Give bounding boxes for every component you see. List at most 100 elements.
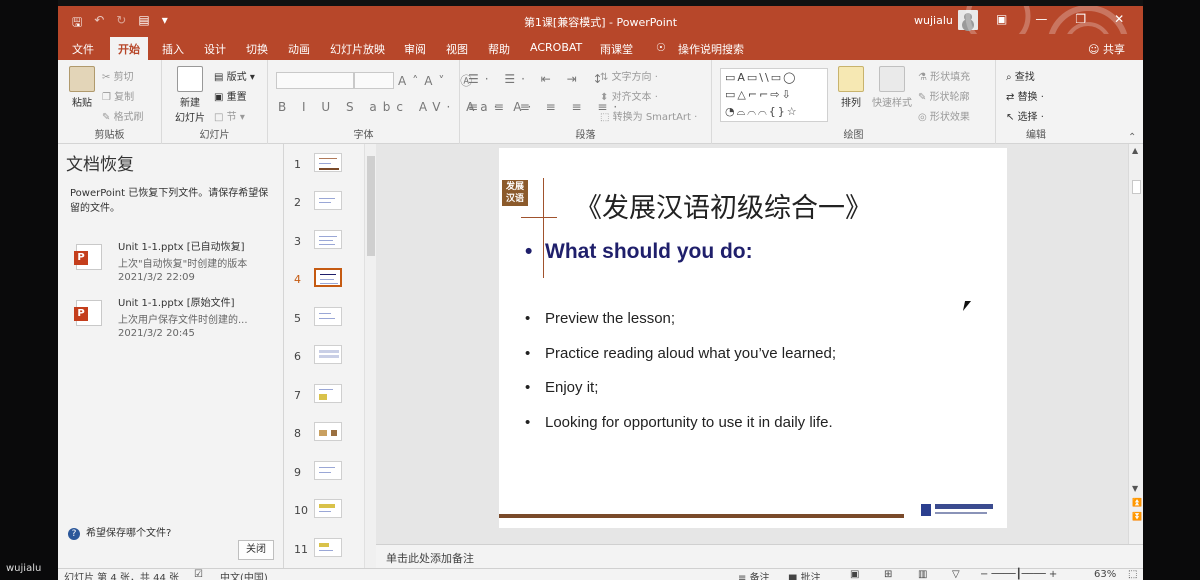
font-group: A˄A˅ Ⓐ B I U S abc AV· Aa· A· 字体 (268, 60, 531, 144)
arrange-button[interactable]: 排列 (836, 66, 866, 109)
thumbnail-scroll-thumb[interactable] (367, 156, 375, 256)
close-recovery-button[interactable]: 关闭 (238, 540, 274, 560)
convert-smartart-button[interactable]: ⬚ 转换为 SmartArt · (600, 108, 697, 123)
university-logo (921, 504, 995, 518)
tab-acrobat[interactable]: ACROBAT (530, 41, 582, 54)
arrange-icon (838, 66, 864, 92)
reading-view-icon[interactable]: ▥ (918, 569, 927, 580)
spelling-check-icon[interactable]: ☑ (194, 569, 203, 580)
drawing-group: ▭A▭\\▭◯ ▭△⌐⌐⇨⇩ ◔⌓⌒⌒{}☆ 排列 快速样式 ⚗ 形状填充 ✎ 形状… (712, 60, 996, 144)
slides-group: 新建 幻灯片 ▤ 版式 ▾ ▣ 重置 □ 节 ▾ 幻灯片 (162, 60, 268, 144)
paste-button[interactable]: 粘贴 (68, 66, 96, 109)
reset-button[interactable]: ▣ 重置 (214, 88, 247, 103)
shape-outline-button[interactable]: ✎ 形状轮廓 (918, 88, 970, 103)
slide-thumbnail[interactable]: 1 (284, 150, 364, 184)
tab-design[interactable]: 设计 (204, 41, 226, 57)
section-button[interactable]: □ 节 ▾ (214, 108, 245, 123)
layout-button[interactable]: ▤ 版式 ▾ (214, 68, 255, 83)
slideshow-icon[interactable]: ▽ (952, 569, 960, 580)
powerpoint-window: 🖫 ↶ ↻ ▤ ▾ 第1课[兼容模式] - PowerPoint wujialu… (58, 6, 1143, 580)
screen: wujialu 🖫 ↶ ↻ ▤ ▾ 第1课[兼容模式] - PowerPoint… (0, 0, 1200, 580)
replace-icon: ⇄ (1006, 92, 1018, 103)
zoom-slider[interactable]: − ────┃──── + (980, 569, 1057, 580)
slide-thumbnail[interactable]: 11 (284, 535, 364, 569)
bullet-item[interactable]: • Practice reading aloud what you’ve lear… (525, 345, 836, 362)
slide-sorter-icon[interactable]: ⊞ (884, 569, 892, 580)
tab-file[interactable]: 文件 (72, 41, 94, 57)
slide-heading[interactable]: • What should you do: (525, 240, 753, 264)
bullet-item[interactable]: • Enjoy it; (525, 379, 598, 396)
left-dark-margin (0, 0, 58, 580)
notes-toggle[interactable]: ≡ 备注 (738, 569, 770, 580)
replace-button[interactable]: ⇄ 替换 · (1006, 88, 1044, 103)
tab-animations[interactable]: 动画 (288, 41, 310, 57)
tab-rain-classroom[interactable]: 雨课堂 (600, 41, 633, 57)
effects-icon: ◎ (918, 112, 930, 123)
normal-view-icon[interactable]: ▣ (850, 569, 859, 580)
format-painter-button[interactable]: ✎ 格式刷 (102, 108, 144, 123)
notes-pane[interactable]: 单击此处添加备注 (376, 544, 1143, 568)
thumbnail-scrollbar[interactable] (364, 144, 376, 568)
language-indicator[interactable]: 中文(中国) (220, 569, 268, 580)
person-icon: ☺ (1088, 43, 1103, 56)
fit-to-window-icon[interactable]: ⬚ (1128, 569, 1137, 580)
find-button[interactable]: ⌕ 查找 (1006, 68, 1035, 83)
tab-transitions[interactable]: 切换 (246, 41, 268, 57)
scroll-up-icon[interactable]: ▲ (1132, 146, 1138, 155)
slide-thumbnail[interactable]: 9 (284, 458, 364, 492)
new-slide-button[interactable]: 新建 幻灯片 (170, 66, 210, 124)
slide-thumbnail[interactable]: 6 (284, 342, 364, 376)
editing-group-label: 编辑 (1026, 130, 1046, 141)
previous-slide-icon[interactable]: ⏫ (1132, 498, 1142, 507)
slide-thumbnail[interactable]: 2 (284, 188, 364, 222)
comments-toggle[interactable]: ■ 批注 (788, 569, 821, 580)
list-controls[interactable]: ☰· ☰· ⇤ ⇥ ↕ (468, 72, 609, 86)
slide-title[interactable]: 《发展汉语初级综合一》 (575, 186, 872, 225)
help-link[interactable]: ? 希望保存哪个文件? (68, 524, 171, 540)
tab-review[interactable]: 审阅 (404, 41, 426, 57)
shape-fill-button[interactable]: ⚗ 形状填充 (918, 68, 970, 83)
slide-thumbnail[interactable]: 7 (284, 381, 364, 415)
scroll-down-icon[interactable]: ▼ (1132, 484, 1138, 493)
slide-scrollbar[interactable]: ▲ ▼ ⏫ ⏬ (1128, 144, 1143, 544)
pen-icon: ✎ (918, 92, 930, 103)
paragraph-group-label: 段落 (575, 130, 596, 141)
share-button[interactable]: ☺ 共享 (1088, 41, 1125, 57)
quick-styles-button[interactable]: 快速样式 (870, 66, 914, 109)
text-direction-button[interactable]: ⇅ 文字方向 · (600, 68, 658, 83)
slide-thumbnail[interactable]: 10 (284, 496, 364, 530)
tab-view[interactable]: 视图 (446, 41, 468, 57)
slide-thumbnail[interactable]: 8 (284, 419, 364, 453)
layout-icon: ▤ (214, 72, 227, 83)
bullet-item[interactable]: • Preview the lesson; (525, 310, 675, 327)
slide-thumbnail[interactable]: 5 (284, 304, 364, 338)
tab-home[interactable]: 开始 (110, 37, 148, 60)
align-text-button[interactable]: ⬍ 对齐文本 · (600, 88, 658, 103)
cut-button[interactable]: ✂ 剪切 (102, 68, 134, 83)
select-button[interactable]: ↖ 选择 · (1006, 108, 1044, 123)
shapes-gallery[interactable]: ▭A▭\\▭◯ ▭△⌐⌐⇨⇩ ◔⌓⌒⌒{}☆ (720, 68, 828, 122)
bullet-item[interactable]: • Looking for opportunity to use it in da… (525, 414, 833, 431)
tab-slideshow[interactable]: 幻灯片放映 (330, 41, 385, 57)
slide-editor: 发展 汉语 《发展汉语初级综合一》 • What should you do: • P… (376, 144, 1143, 544)
next-slide-icon[interactable]: ⏬ (1132, 512, 1142, 521)
slide-thumbnail[interactable]: 3 (284, 227, 364, 261)
tab-help[interactable]: 帮助 (488, 41, 510, 57)
tab-insert[interactable]: 插入 (162, 41, 184, 57)
quick-styles-icon (879, 66, 905, 92)
current-slide[interactable]: 发展 汉语 《发展汉语初级综合一》 • What should you do: • P… (499, 148, 1007, 528)
slide-thumbnail-selected[interactable]: 4 (284, 265, 364, 299)
recovery-description: PowerPoint 已恢复下列文件。请保存希望保留的文件。 (70, 188, 269, 214)
font-name-select[interactable] (276, 72, 354, 89)
collapse-ribbon-icon[interactable]: ⌃ (1128, 132, 1136, 143)
copy-button[interactable]: ❐ 复制 (102, 88, 134, 103)
notes-placeholder[interactable]: 单击此处添加备注 (386, 550, 474, 566)
section-icon: □ (214, 112, 227, 123)
font-size-select[interactable] (354, 72, 394, 89)
slide-thumbnails-pane: 1 2 3 4 5 6 7 8 9 10 11 (284, 144, 376, 568)
lightbulb-icon: ☉ (656, 41, 666, 54)
slide-scroll-thumb[interactable] (1132, 180, 1141, 194)
zoom-level[interactable]: 63% (1094, 569, 1116, 580)
tab-tell-me[interactable]: 操作说明搜索 (678, 41, 744, 57)
shape-effects-button[interactable]: ◎ 形状效果 (918, 108, 970, 123)
